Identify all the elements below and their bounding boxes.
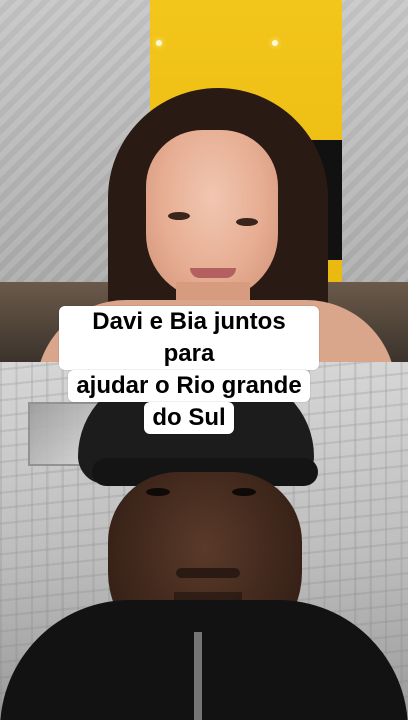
woman-mouth — [190, 268, 236, 278]
video-frame: Davi e Bia juntos para ajudar o Rio gran… — [0, 0, 408, 720]
woman-eye-left — [168, 212, 190, 220]
bottom-video-panel — [0, 362, 408, 720]
man-mouth — [176, 568, 240, 578]
top-video-panel — [0, 0, 408, 362]
man-eye-right — [232, 488, 256, 496]
ceiling-light — [272, 40, 278, 46]
woman-shoulders — [36, 300, 396, 362]
ceiling-light — [156, 40, 162, 46]
woman-eye-right — [236, 218, 258, 226]
jacket-zipper — [194, 632, 202, 720]
man-eye-left — [146, 488, 170, 496]
